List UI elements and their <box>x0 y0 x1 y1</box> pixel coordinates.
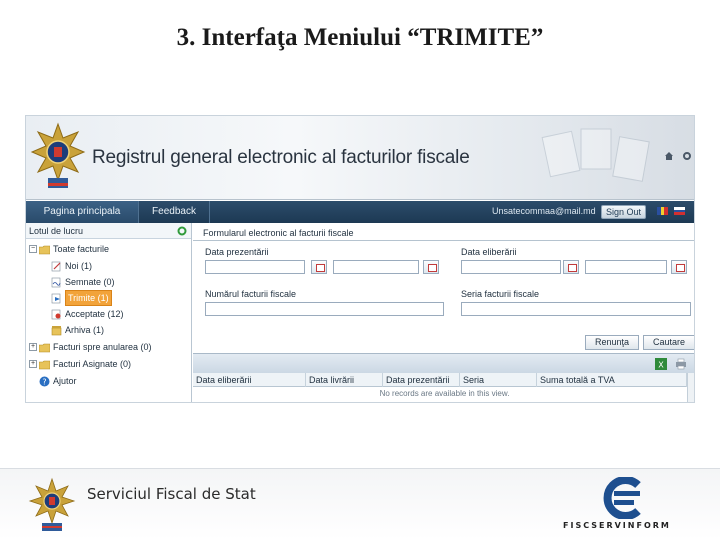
tree-item-label: Trimite (1) <box>65 290 112 306</box>
column-header[interactable]: Data prezentării <box>383 373 460 387</box>
refresh-icon[interactable] <box>177 226 187 236</box>
tree-item-label: Semnate (0) <box>65 277 115 287</box>
fiscservinform-logo <box>603 477 641 519</box>
tree-item-label: Acceptate (12) <box>65 309 124 319</box>
documents-decoration <box>541 128 650 182</box>
excel-export-icon[interactable]: X <box>655 358 667 370</box>
send-document-icon <box>51 293 61 303</box>
emblem-logo <box>30 122 86 188</box>
slide-title: 3. Interfaţa Meniului “TRIMITE” <box>176 24 544 51</box>
tree-item-send[interactable]: Trimite (1) <box>51 290 112 306</box>
column-header[interactable]: Data livrării <box>306 373 383 387</box>
navbar: Pagina principala Feedback Unsatecommaa@… <box>26 201 694 223</box>
search-button[interactable]: Cautare <box>643 335 694 350</box>
tree-item-label: Facturi spre anularea (0) <box>53 342 152 352</box>
tab-home[interactable]: Pagina principala <box>26 201 138 223</box>
svg-text:X: X <box>658 361 664 370</box>
tree-item-archive[interactable]: Arhiva (1) <box>51 323 104 337</box>
help-icon: ? <box>39 376 50 386</box>
collapse-icon[interactable]: − <box>29 245 37 253</box>
expand-icon[interactable]: + <box>29 343 37 351</box>
app-header: Registrul general electronic al facturil… <box>26 116 694 200</box>
print-icon[interactable] <box>675 358 687 370</box>
reset-button[interactable]: Renunţa <box>585 335 639 350</box>
footer-brand: FISCSERVINFORM <box>563 521 671 530</box>
home-icon[interactable] <box>664 151 674 161</box>
user-email: Unsatecommaa@mail.md <box>492 206 596 216</box>
label-invoice-number: Numărul facturii fiscale <box>205 289 297 299</box>
calendar-icon[interactable] <box>311 260 327 274</box>
form-header: Formularul electronic al facturii fiscal… <box>193 228 694 241</box>
settings-icon[interactable] <box>682 151 692 161</box>
sidebar: Lotul de lucru − Toate facturile Noi (1)… <box>26 223 192 402</box>
label-date-delivery: Data eliberării <box>461 247 517 257</box>
tree-item-cancel-requests[interactable]: + Facturi spre anularea (0) <box>29 340 152 354</box>
signed-document-icon <box>51 277 61 287</box>
archive-icon <box>51 325 62 335</box>
column-header[interactable]: Suma totală a TVA <box>537 373 687 387</box>
grid-scrollbar[interactable] <box>687 373 694 402</box>
tree-item-label: Ajutor <box>53 376 77 386</box>
tree-item-signed[interactable]: Semnate (0) <box>51 275 115 289</box>
tree-item-all-invoices[interactable]: − Toate facturile <box>29 242 109 256</box>
date-delivery-to-input[interactable] <box>585 260 667 274</box>
column-header[interactable]: Data eliberării <box>193 373 306 387</box>
tree-item-help[interactable]: ? Ajutor <box>39 374 77 388</box>
svg-text:?: ? <box>42 377 46 386</box>
app-screenshot: Registrul general electronic al facturil… <box>25 115 695 403</box>
tree-item-label: Toate facturile <box>53 244 110 254</box>
calendar-icon[interactable] <box>563 260 579 274</box>
new-document-icon <box>51 261 61 271</box>
flag-ru-icon[interactable] <box>674 207 685 215</box>
invoice-form: Formularul electronic al facturii fiscal… <box>193 223 694 402</box>
calendar-icon[interactable] <box>671 260 687 274</box>
tree-item-assigned[interactable]: + Facturi Asignate (0) <box>29 357 131 371</box>
footer-organization: Serviciul Fiscal de Stat <box>87 485 256 503</box>
tree-item-label: Facturi Asignate (0) <box>53 359 132 369</box>
tree-item-accepted[interactable]: Acceptate (12) <box>51 307 124 321</box>
grid-empty-message: No records are available in this view. <box>379 389 510 398</box>
flag-md-icon[interactable] <box>657 207 668 215</box>
grid-header: Data eliberării Data livrării Data preze… <box>193 373 694 387</box>
calendar-icon[interactable] <box>423 260 439 274</box>
state-emblem-logo <box>28 477 76 531</box>
date-presented-from-input[interactable] <box>205 260 305 274</box>
invoice-series-input[interactable] <box>461 302 691 316</box>
tree-item-label: Noi (1) <box>65 261 93 271</box>
sign-out-button[interactable]: Sign Out <box>601 205 647 219</box>
folder-icon <box>39 245 50 254</box>
sidebar-title: Lotul de lucru <box>29 226 84 236</box>
expand-icon[interactable]: + <box>29 360 37 368</box>
app-title: Registrul general electronic al facturil… <box>92 147 470 168</box>
grid-toolbar: X <box>193 353 694 373</box>
tree-item-new[interactable]: Noi (1) <box>51 259 92 273</box>
folder-icon <box>39 343 50 352</box>
date-presented-to-input[interactable] <box>333 260 419 274</box>
label-date-presented: Data prezentării <box>205 247 269 257</box>
sidebar-header: Lotul de lucru <box>26 223 191 239</box>
tree-item-label: Arhiva (1) <box>65 325 105 335</box>
column-header[interactable]: Seria <box>460 373 537 387</box>
tab-feedback[interactable]: Feedback <box>138 201 210 223</box>
folder-icon <box>39 360 50 369</box>
invoice-number-input[interactable] <box>205 302 444 316</box>
label-invoice-series: Seria facturii fiscale <box>461 289 540 299</box>
date-delivery-from-input[interactable] <box>461 260 561 274</box>
accepted-document-icon <box>51 309 61 319</box>
